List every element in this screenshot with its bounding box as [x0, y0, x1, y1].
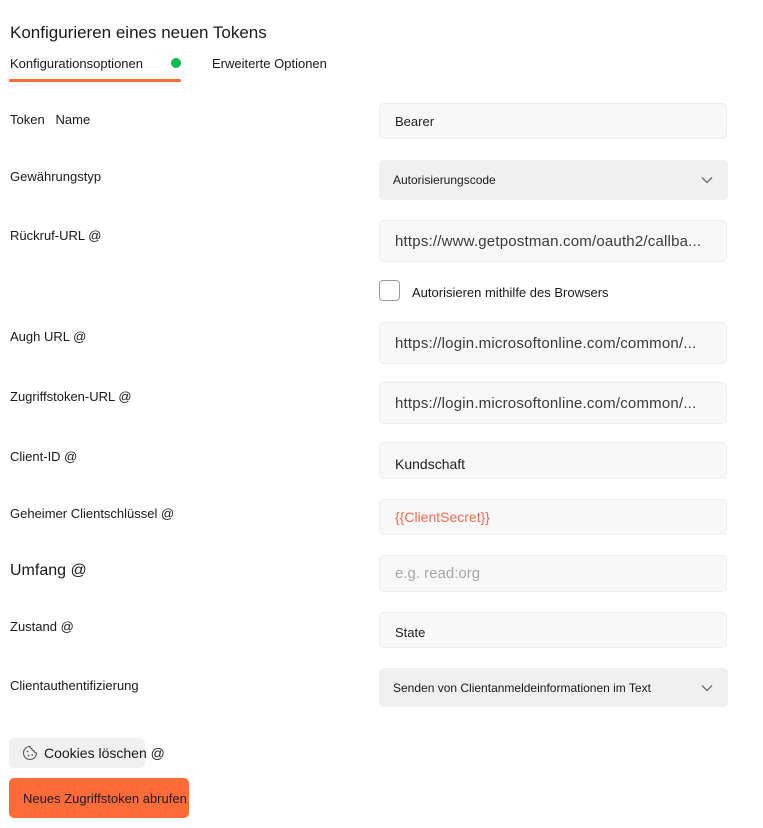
- auth-url-input[interactable]: https://login.microsoftonline.com/common…: [379, 322, 727, 364]
- auth-url-label: Augh URL @: [10, 329, 87, 344]
- auth-url-value: https://login.microsoftonline.com/common…: [395, 334, 697, 352]
- tab-configuration-options[interactable]: Konfigurationsoptionen: [10, 56, 143, 71]
- client-auth-value: Senden von Clientanmeldeinformationen im…: [393, 680, 651, 695]
- access-token-url-value: https://login.microsoftonline.com/common…: [395, 394, 697, 412]
- access-token-url-input[interactable]: https://login.microsoftonline.com/common…: [379, 382, 727, 424]
- clear-cookies-button[interactable]: Cookies löschen @: [9, 738, 165, 768]
- callback-url-value: https://www.getpostman.com/oauth2/callba…: [395, 232, 702, 250]
- client-secret-label: Geheimer Clientschlüssel @: [10, 506, 175, 521]
- state-label: Zustand @: [10, 619, 74, 634]
- get-new-access-token-label: Neues Zugriffstoken abrufen: [23, 790, 187, 806]
- status-dot: [171, 58, 181, 68]
- callback-url-input[interactable]: https://www.getpostman.com/oauth2/callba…: [379, 220, 727, 262]
- client-id-label: Client-ID @: [10, 449, 78, 464]
- token-name-label: Token Name: [10, 112, 90, 127]
- page-title: Konfigurieren eines neuen Tokens: [10, 23, 267, 42]
- cookie-icon: [22, 745, 38, 761]
- client-id-value: Kundschaft: [395, 455, 466, 472]
- get-new-access-token-button[interactable]: Neues Zugriffstoken abrufen: [9, 778, 189, 818]
- tab-advanced-options[interactable]: Erweiterte Optionen: [212, 56, 327, 71]
- callback-url-label: Rückruf-URL @: [10, 228, 102, 243]
- token-name-input[interactable]: Bearer: [379, 103, 727, 139]
- scope-input[interactable]: e.g. read:org: [379, 555, 727, 592]
- client-auth-select[interactable]: Senden von Clientanmeldeinformationen im…: [379, 668, 728, 707]
- clear-cookies-label: Cookies löschen @: [44, 745, 165, 761]
- access-token-url-label: Zugriffstoken-URL @: [10, 389, 132, 404]
- client-secret-value: {{ClientSecret}}: [395, 509, 490, 525]
- client-auth-label: Clientauthentifizierung: [10, 678, 139, 693]
- client-secret-input[interactable]: {{ClientSecret}}: [379, 499, 727, 535]
- token-name-label-part2: Name: [55, 112, 91, 127]
- chevron-down-icon: [700, 173, 714, 187]
- grant-type-select[interactable]: Autorisierungscode: [379, 160, 728, 200]
- scope-label: Umfang @: [10, 562, 87, 579]
- state-input[interactable]: State: [379, 612, 727, 648]
- grant-type-label: Gewährungstyp: [10, 169, 102, 184]
- token-name-value: Bearer: [395, 113, 435, 129]
- scope-placeholder: e.g. read:org: [395, 565, 481, 582]
- state-value: State: [395, 624, 426, 640]
- active-tab-indicator: [9, 79, 181, 82]
- authorize-browser-checkbox[interactable]: [379, 280, 400, 301]
- grant-type-value: Autorisierungscode: [393, 173, 496, 187]
- token-name-label-part1: Token: [10, 112, 45, 127]
- authorize-browser-label: Autorisieren mithilfe des Browsers: [412, 285, 609, 300]
- chevron-down-icon: [700, 681, 714, 695]
- client-id-input[interactable]: Kundschaft: [379, 442, 727, 479]
